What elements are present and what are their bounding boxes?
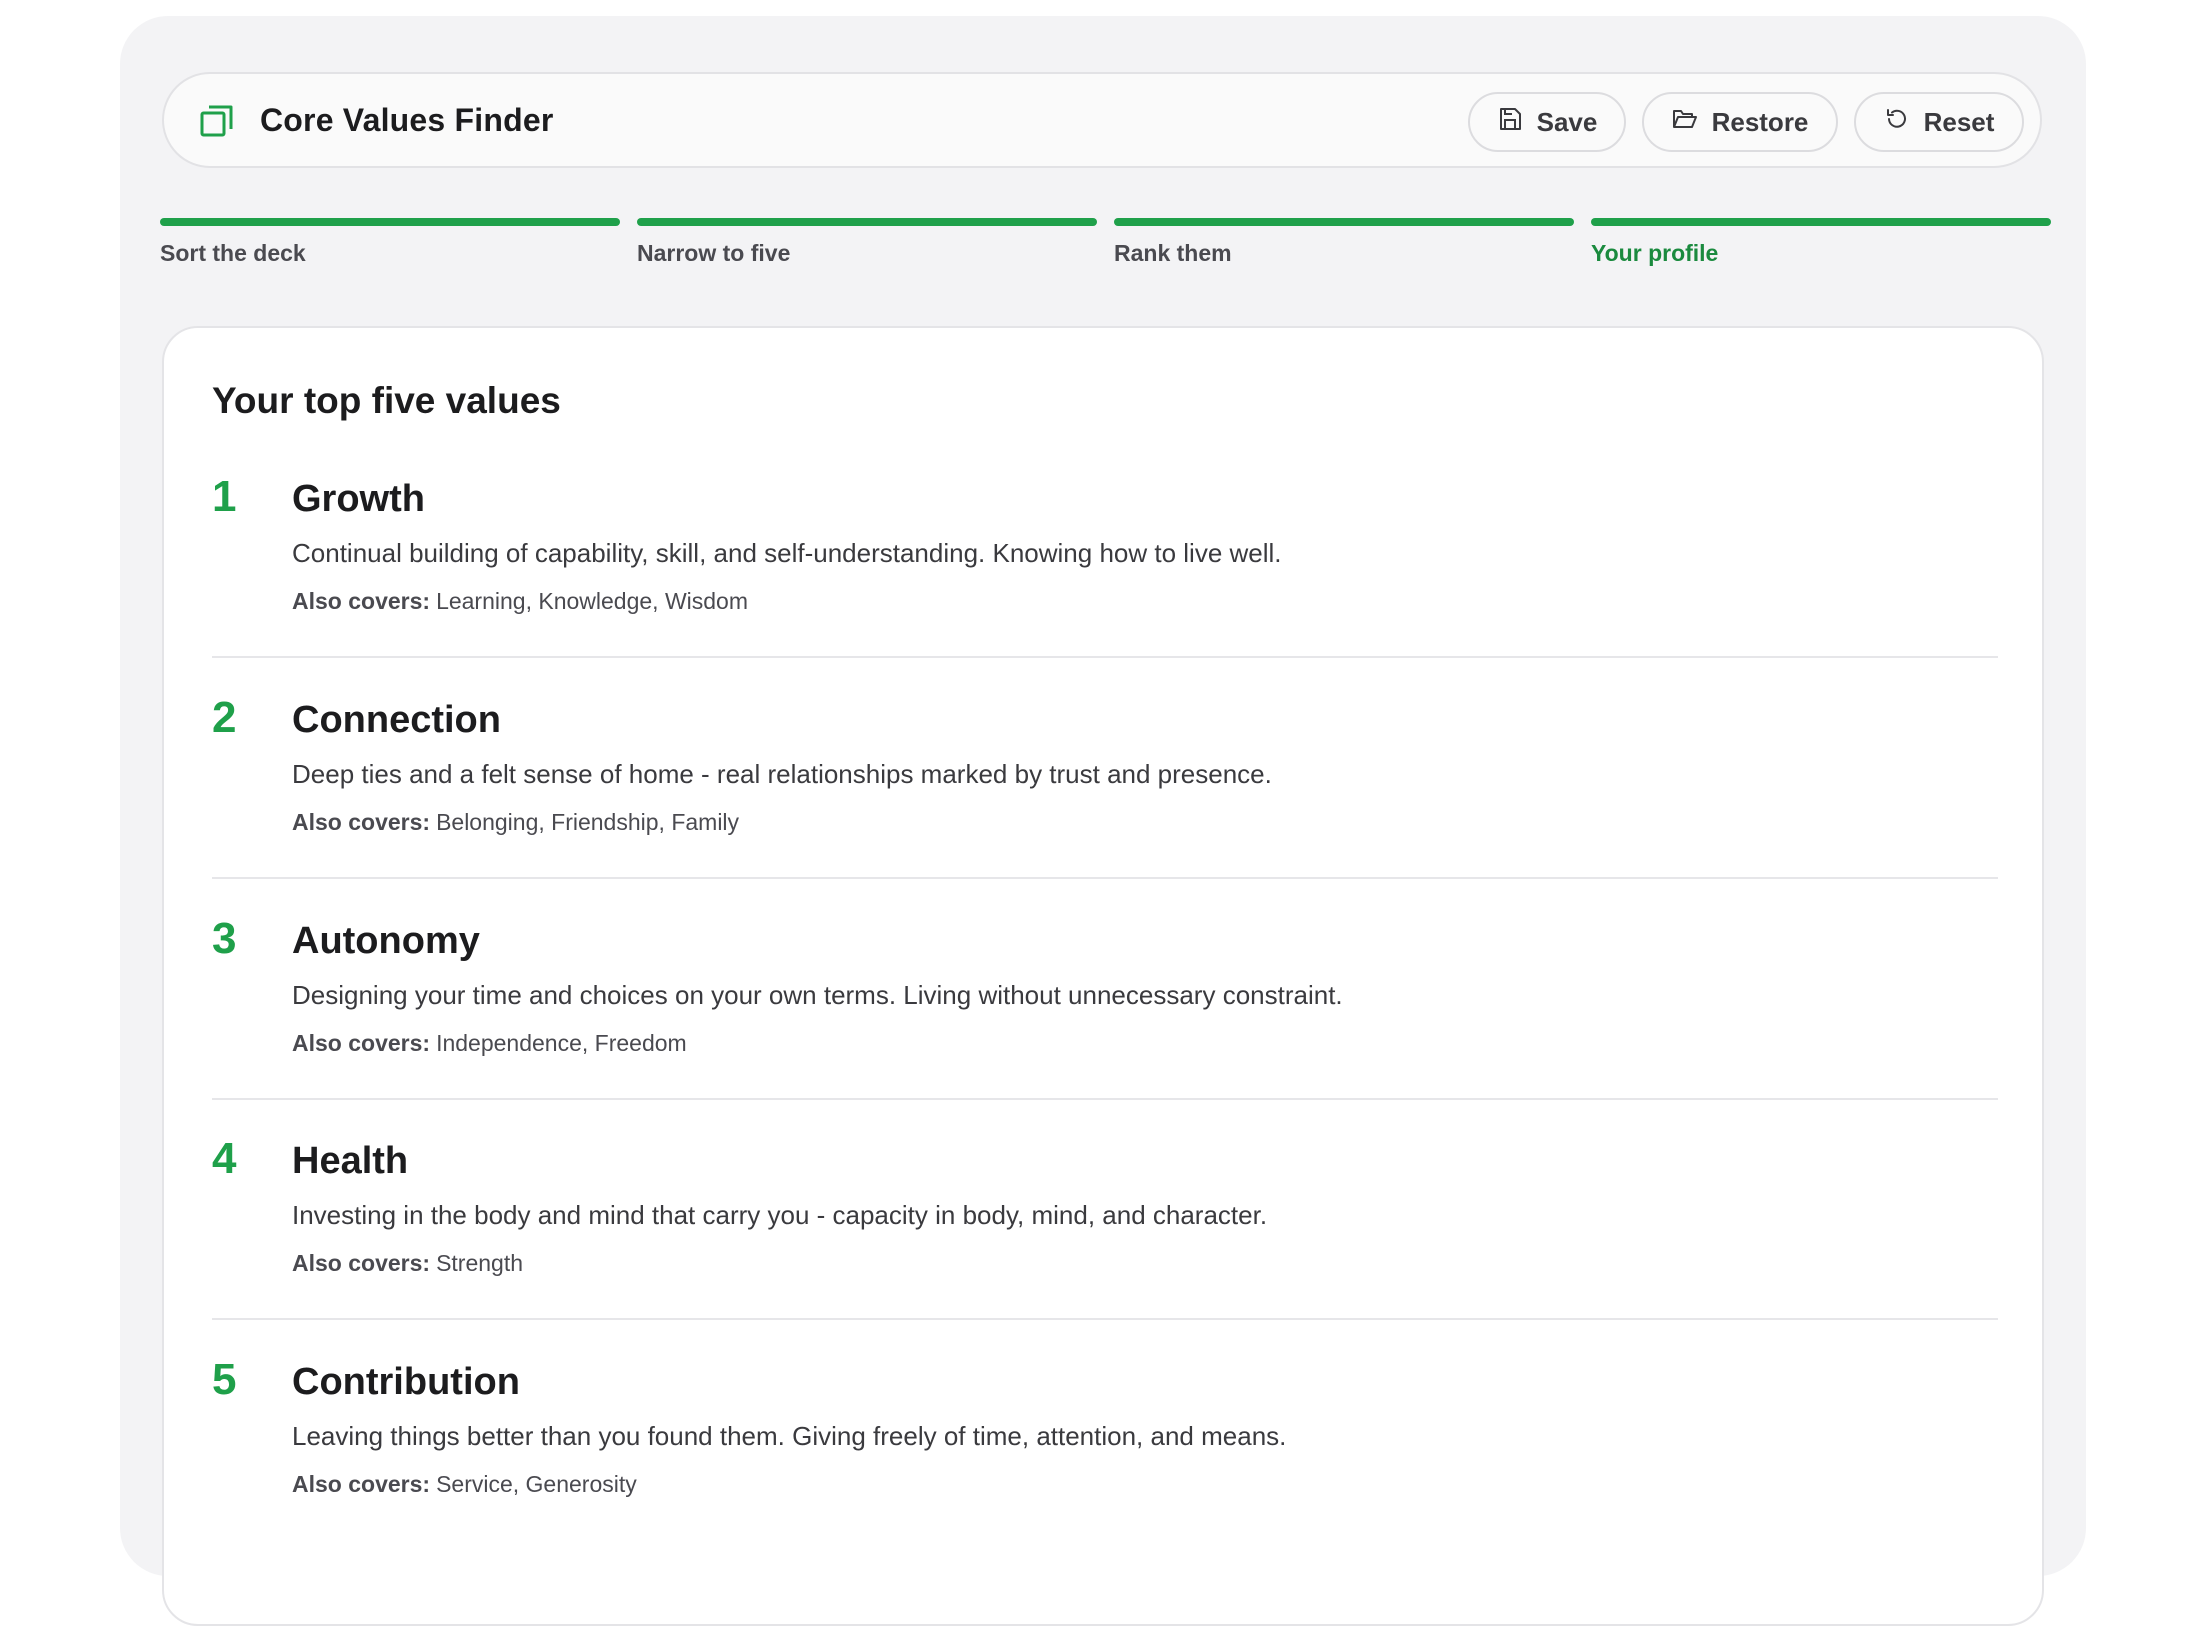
value-item: 5 Contribution Leaving things better tha… (212, 1355, 1998, 1575)
folder-open-icon (1672, 106, 1698, 139)
value-description: Continual building of capability, skill,… (292, 538, 1282, 568)
also-covers-list: Belonging, Friendship, Family (436, 809, 740, 835)
value-item: 4 Health Investing in the body and mind … (212, 1134, 1998, 1354)
step-progress-bar (1114, 218, 1574, 226)
stacked-cards-icon (200, 104, 234, 138)
also-covers-label: Also covers: (292, 1471, 431, 1497)
top-bar: Core Values Finder Save Restore Reset (162, 72, 2042, 168)
value-rank: 3 (212, 914, 237, 963)
value-also-covers: Also covers: Strength (292, 1250, 523, 1277)
reset-button-label: Reset (1923, 106, 1995, 137)
step-progress-bar (1591, 218, 2051, 226)
value-rank: 2 (212, 693, 237, 742)
save-button[interactable]: Save (1468, 92, 1626, 152)
value-also-covers: Also covers: Learning, Knowledge, Wisdom (292, 588, 748, 615)
app-shell: Core Values Finder Save Restore Reset So… (120, 16, 2086, 1626)
also-covers-label: Also covers: (292, 1030, 431, 1056)
value-name: Connection (292, 699, 501, 741)
value-item: 1 Growth Continual building of capabilit… (212, 472, 1998, 692)
value-description: Leaving things better than you found the… (292, 1421, 1287, 1451)
step-progress-bar (637, 218, 1097, 226)
value-also-covers: Also covers: Service, Generosity (292, 1471, 637, 1498)
step-rank-them: Rank them (1114, 218, 1574, 267)
value-also-covers: Also covers: Independence, Freedom (292, 1030, 687, 1057)
value-item: 2 Connection Deep ties and a felt sense … (212, 693, 1998, 913)
restore-button[interactable]: Restore (1642, 92, 1838, 152)
floppy-disk-icon (1497, 106, 1523, 139)
value-also-covers: Also covers: Belonging, Friendship, Famil… (292, 809, 739, 836)
divider (212, 1098, 1998, 1100)
divider (212, 877, 1998, 879)
profile-card: Your top five values 1 Growth Continual … (162, 326, 2044, 1626)
value-rank: 4 (212, 1134, 237, 1183)
also-covers-list: Independence, Freedom (436, 1030, 687, 1056)
reset-button[interactable]: Reset (1854, 92, 2024, 152)
app-title: Core Values Finder (260, 102, 554, 138)
rotate-ccw-icon (1884, 106, 1910, 139)
restore-button-label: Restore (1711, 106, 1809, 137)
step-label: Narrow to five (637, 240, 791, 266)
step-sort-the-deck: Sort the deck (160, 218, 620, 267)
value-rank: 5 (212, 1355, 237, 1404)
also-covers-label: Also covers: (292, 809, 431, 835)
step-progress-bar (160, 218, 620, 226)
step-label: Rank them (1114, 240, 1232, 266)
step-narrow-to-five: Narrow to five (637, 218, 1097, 267)
also-covers-list: Strength (436, 1250, 524, 1276)
also-covers-list: Learning, Knowledge, Wisdom (436, 588, 749, 614)
value-name: Contribution (292, 1361, 520, 1403)
value-name: Autonomy (292, 920, 480, 962)
step-label: Sort the deck (160, 240, 306, 266)
step-your-profile: Your profile (1591, 218, 2051, 267)
profile-title: Your top five values (212, 380, 561, 421)
value-description: Deep ties and a felt sense of home - rea… (292, 759, 1272, 789)
step-label: Your profile (1591, 240, 1719, 266)
value-description: Investing in the body and mind that carr… (292, 1200, 1268, 1230)
divider (212, 1318, 1998, 1320)
also-covers-label: Also covers: (292, 1250, 431, 1276)
save-button-label: Save (1536, 106, 1598, 137)
value-name: Growth (292, 478, 425, 520)
also-covers-label: Also covers: (292, 588, 431, 614)
also-covers-list: Service, Generosity (436, 1471, 637, 1497)
value-rank: 1 (212, 472, 237, 521)
value-description: Designing your time and choices on your … (292, 980, 1343, 1010)
value-item: 3 Autonomy Designing your time and choic… (212, 914, 1998, 1134)
value-name: Health (292, 1140, 409, 1182)
progress-steps: Sort the deck Narrow to five Rank them Y… (160, 218, 2051, 278)
divider (212, 656, 1998, 658)
